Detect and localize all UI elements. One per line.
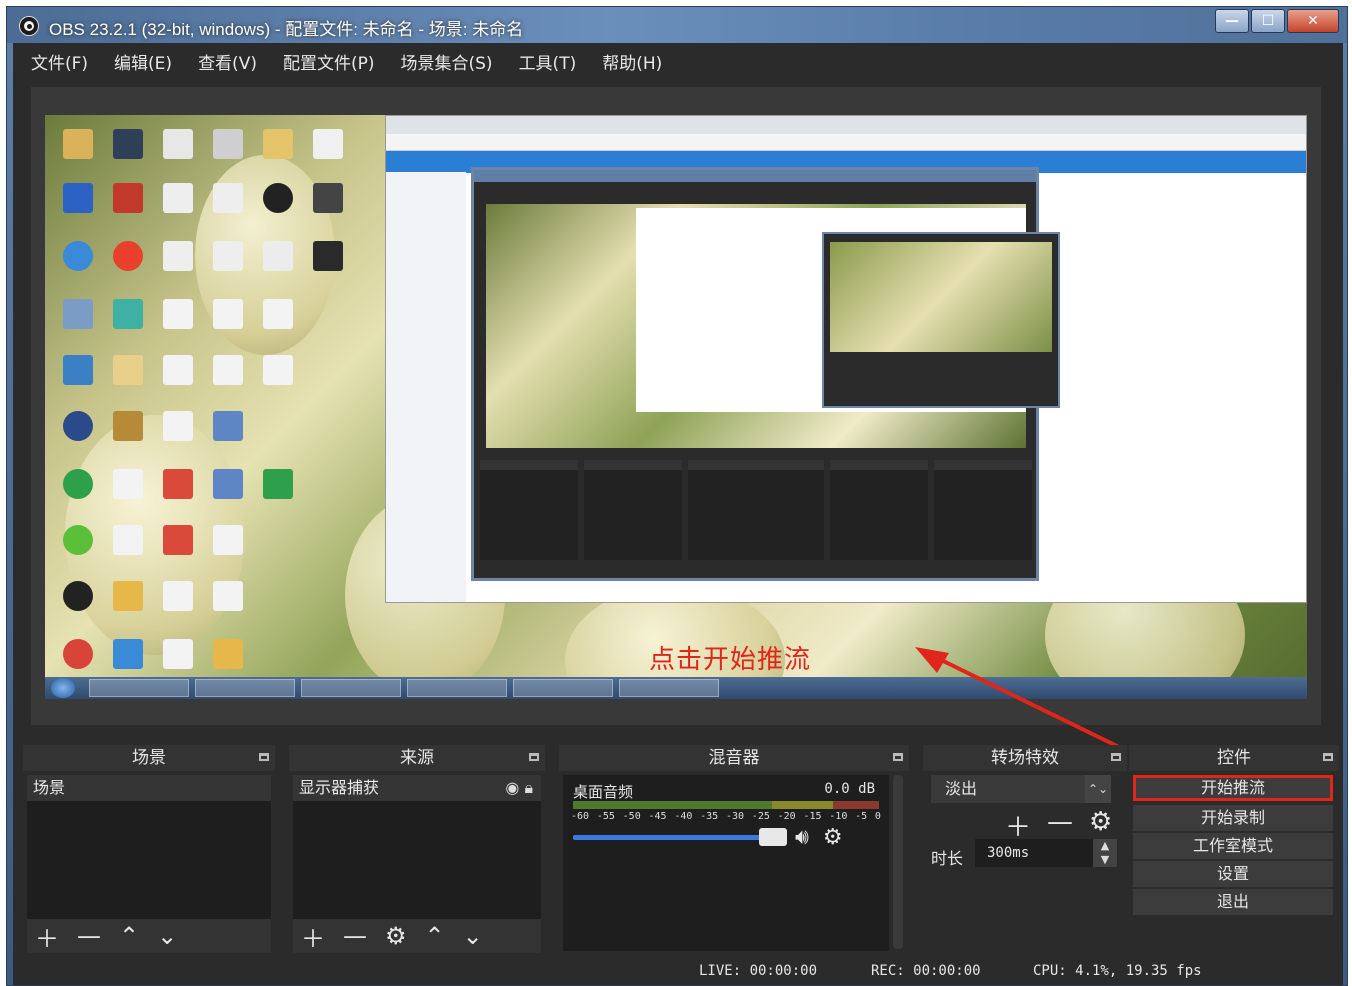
obs-logo-icon (19, 16, 39, 36)
sources-dock: 来源 显示器捕获 ◉ 🔒︎ ＋ — ⚙ ⌃ ⌄ (289, 745, 545, 955)
move-up-icon[interactable]: ⌃ (119, 922, 139, 950)
duration-spinner-icon[interactable]: ▲ ▼ (1093, 839, 1117, 867)
exit-button[interactable]: 退出 (1133, 889, 1333, 915)
mixer-dock: 混音器 桌面音频 0.0 dB -60 -55 -50 -45 -40 -35 -30 -25… (559, 745, 909, 955)
start-streaming-button[interactable]: 开始推流 (1133, 775, 1333, 801)
cpu-fps: CPU: 4.1%, 19.35 fps (1033, 963, 1202, 979)
menu-scene-collection[interactable]: 场景集合(S) (401, 49, 493, 74)
menu-profile[interactable]: 配置文件(P) (283, 49, 375, 74)
float-icon[interactable] (259, 753, 269, 761)
start-recording-button[interactable]: 开始录制 (1133, 805, 1333, 831)
annotation-text: 点击开始推流 (649, 645, 812, 675)
remove-icon[interactable]: — (343, 922, 367, 950)
mixer-scrollbar[interactable] (893, 775, 903, 949)
menu-tools[interactable]: 工具(T) (519, 49, 577, 74)
mixer-channel: 桌面音频 0.0 dB -60 -55 -50 -45 -40 -35 -30 -25 -20-… (563, 775, 889, 951)
move-down-icon[interactable]: ⌄ (463, 922, 483, 950)
move-up-icon[interactable]: ⌃ (425, 922, 445, 950)
sources-title: 来源 (400, 748, 434, 768)
desktop-icons (53, 119, 353, 679)
transitions-dock: 转场特效 淡出 ⌃⌄ ＋ — ⚙ 时长 300ms ▲ ▼ (923, 745, 1127, 955)
close-button[interactable]: ✕ (1287, 9, 1339, 33)
settings-button[interactable]: 设置 (1133, 861, 1333, 887)
gear-icon[interactable]: ⚙ (385, 922, 407, 950)
studio-mode-button[interactable]: 工作室模式 (1133, 833, 1333, 859)
nested-obs-window (471, 167, 1060, 581)
visibility-eye-icon[interactable]: ◉ (505, 778, 519, 797)
scene-item[interactable]: 场景 (27, 775, 271, 801)
volume-slider-handle[interactable] (759, 828, 787, 846)
rec-timer: REC: 00:00:00 (871, 963, 981, 979)
gear-icon[interactable]: ⚙ (823, 825, 843, 850)
obs-window: OBS 23.2.1 (32-bit, windows) - 配置文件: 未命名… (6, 6, 1348, 986)
minimize-button[interactable]: — (1215, 9, 1249, 33)
maximize-button[interactable]: ☐ (1251, 9, 1285, 33)
menu-edit[interactable]: 编辑(E) (114, 49, 172, 74)
transition-select[interactable]: 淡出 (931, 775, 1111, 803)
title-bar[interactable]: OBS 23.2.1 (32-bit, windows) - 配置文件: 未命名… (7, 7, 1347, 43)
volume-meter (573, 801, 879, 809)
preview-area (31, 87, 1321, 751)
status-bar: LIVE: 00:00:00 REC: 00:00:00 CPU: 4.1%, … (13, 957, 1343, 985)
speaker-icon[interactable]: 🔊︎ (795, 825, 809, 850)
add-icon[interactable]: ＋ (301, 919, 325, 954)
channel-db: 0.0 dB (824, 781, 875, 797)
remove-icon[interactable]: — (77, 922, 101, 950)
menu-view[interactable]: 查看(V) (198, 49, 257, 74)
duration-label: 时长 (931, 849, 964, 868)
meter-ticks: -60 -55 -50 -45 -40 -35 -30 -25 -20 -15 -10 -5 0 (571, 811, 881, 822)
sources-list: 显示器捕获 ◉ 🔒︎ (293, 775, 541, 921)
duration-input[interactable]: 300ms (975, 839, 1093, 867)
captured-taskbar (45, 677, 1307, 699)
channel-name: 桌面音频 (573, 783, 634, 801)
obs-main: 文件(F) 编辑(E) 查看(V) 配置文件(P) 场景集合(S) 工具(T) … (13, 43, 1343, 985)
menu-bar: 文件(F) 编辑(E) 查看(V) 配置文件(P) 场景集合(S) 工具(T) … (13, 43, 1343, 79)
float-icon[interactable] (1323, 753, 1333, 761)
volume-slider[interactable] (573, 835, 763, 840)
move-down-icon[interactable]: ⌄ (157, 922, 177, 950)
menu-help[interactable]: 帮助(H) (602, 49, 662, 74)
scenes-list: 场景 (27, 775, 271, 921)
controls-dock: 控件 开始推流 开始录制 工作室模式 设置 退出 (1129, 745, 1339, 955)
preview-canvas[interactable] (45, 115, 1307, 699)
scenes-title: 场景 (132, 748, 166, 768)
float-icon[interactable] (893, 753, 903, 761)
controls-title: 控件 (1217, 748, 1251, 768)
live-timer: LIVE: 00:00:00 (699, 963, 818, 979)
menu-file[interactable]: 文件(F) (31, 49, 88, 74)
float-icon[interactable] (1111, 753, 1121, 761)
chevron-updown-icon[interactable]: ⌃⌄ (1085, 775, 1111, 803)
float-icon[interactable] (529, 753, 539, 761)
transitions-title: 转场特效 (991, 748, 1059, 768)
mixer-title: 混音器 (708, 748, 760, 768)
scenes-dock: 场景 场景 ＋ — ⌃ ⌄ (23, 745, 275, 955)
add-icon[interactable]: ＋ (35, 919, 59, 954)
lock-icon[interactable]: 🔒︎ (524, 778, 533, 797)
dock-panels: 场景 场景 ＋ — ⌃ ⌄ 来源 显示器捕获 ◉ 🔒︎ ＋ — ⚙ ⌃ ⌄ 混音… (13, 745, 1343, 955)
source-item[interactable]: 显示器捕获 ◉ 🔒︎ (293, 775, 541, 801)
window-title: OBS 23.2.1 (32-bit, windows) - 配置文件: 未命名… (49, 20, 524, 39)
